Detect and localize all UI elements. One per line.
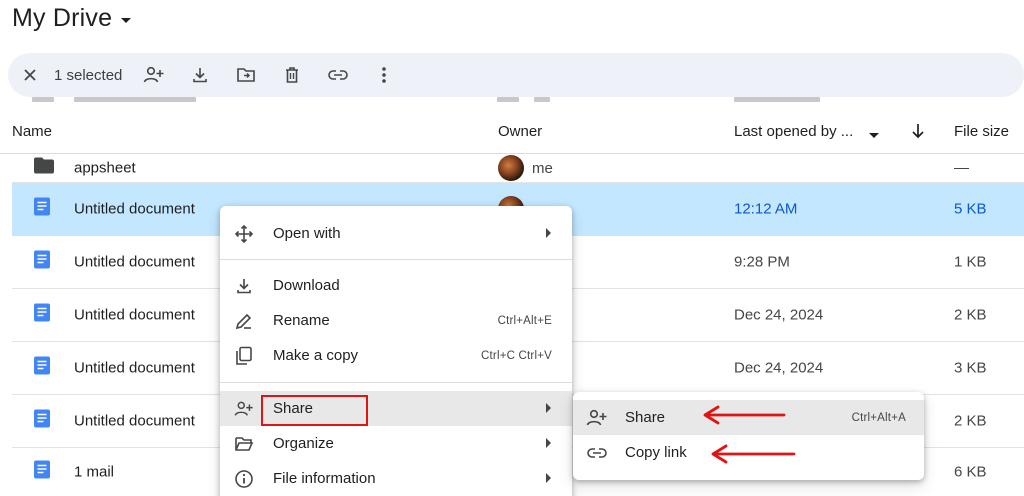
doc-icon <box>34 303 50 327</box>
menu-item-file-information[interactable]: File information <box>220 461 572 496</box>
menu-item-label: Make a copy <box>273 347 359 364</box>
last-opened: 9:28 PM <box>734 253 790 271</box>
chevron-right-icon <box>545 435 552 452</box>
last-opened: Dec 24, 2024 <box>734 359 824 377</box>
page-title-text: My Drive <box>12 4 113 32</box>
annotation-arrow-icon <box>703 405 786 425</box>
file-name: Untitled document <box>74 359 195 377</box>
download-icon[interactable] <box>182 57 218 93</box>
shortcut-hint: Ctrl+Alt+A <box>851 411 906 424</box>
folder-icon <box>34 157 54 179</box>
close-icon[interactable] <box>12 57 48 93</box>
menu-item-make-copy[interactable]: Make a copy Ctrl+C Ctrl+V <box>220 338 572 373</box>
doc-icon <box>34 356 50 380</box>
avatar <box>498 155 524 181</box>
file-size: 2 KB <box>954 412 987 430</box>
column-owner[interactable]: Owner <box>498 123 542 140</box>
chevron-right-icon <box>545 470 552 487</box>
page-title[interactable]: My Drive <box>12 4 132 33</box>
last-opened: 12:12 AM <box>734 200 798 218</box>
link-icon <box>586 443 608 463</box>
table-header: Name Owner Last opened by ... File size <box>0 108 1024 154</box>
menu-item-rename[interactable]: Rename Ctrl+Alt+E <box>220 303 572 338</box>
move-arrows-icon <box>234 224 254 244</box>
shortcut-hint: Ctrl+Alt+E <box>497 314 552 327</box>
file-size: 3 KB <box>954 359 987 377</box>
add-person-icon <box>586 408 608 428</box>
chevron-right-icon <box>545 225 552 242</box>
doc-icon <box>34 460 50 484</box>
table-row[interactable]: appsheet me — <box>12 154 1024 183</box>
file-name: Untitled document <box>74 200 195 218</box>
doc-icon <box>34 250 50 274</box>
shortcut-hint: Ctrl+C Ctrl+V <box>481 349 552 362</box>
file-size: 6 KB <box>954 463 987 481</box>
file-size: — <box>954 159 969 177</box>
sort-direction-icon[interactable] <box>911 122 925 144</box>
file-size: 1 KB <box>954 253 987 271</box>
menu-item-organize[interactable]: Organize <box>220 426 572 461</box>
annotation-highlight-box <box>261 395 368 426</box>
doc-icon <box>34 409 50 433</box>
add-person-icon[interactable] <box>136 57 172 93</box>
menu-item-label: Rename <box>273 312 330 329</box>
link-icon[interactable] <box>320 57 356 93</box>
chevron-right-icon <box>545 400 552 417</box>
info-icon <box>234 469 254 489</box>
file-name: Untitled document <box>74 253 195 271</box>
last-opened: Dec 24, 2024 <box>734 306 824 324</box>
menu-item-open-with[interactable]: Open with <box>220 216 572 251</box>
file-name: Untitled document <box>74 412 195 430</box>
sort-dropdown-icon[interactable] <box>868 127 880 144</box>
trash-icon[interactable] <box>274 57 310 93</box>
move-to-folder-icon[interactable] <box>228 57 264 93</box>
menu-item-label: Download <box>273 277 340 294</box>
context-menu: Open with Download Rename Ctrl+Alt+E Mak… <box>220 206 572 496</box>
column-last-opened[interactable]: Last opened by ... <box>734 123 853 140</box>
folder-open-icon <box>234 434 254 454</box>
menu-item-label: Organize <box>273 435 334 452</box>
menu-divider <box>220 382 572 383</box>
file-name: Untitled document <box>74 306 195 324</box>
file-size: 5 KB <box>954 200 987 218</box>
file-size: 2 KB <box>954 306 987 324</box>
file-name: appsheet <box>74 159 136 177</box>
copy-icon <box>234 346 254 366</box>
menu-item-download[interactable]: Download <box>220 268 572 303</box>
scrolled-row-remnant <box>0 97 1024 105</box>
doc-icon <box>34 197 50 221</box>
menu-item-label: File information <box>273 470 376 487</box>
more-vert-icon[interactable] <box>366 57 402 93</box>
selected-count: 1 selected <box>54 66 123 84</box>
owner-name: me <box>532 159 553 177</box>
column-name[interactable]: Name <box>12 123 52 140</box>
menu-item-share[interactable]: Share <box>220 391 572 426</box>
caret-down-icon <box>120 12 132 30</box>
annotation-arrow-icon <box>711 444 796 464</box>
file-name: 1 mail <box>74 463 115 481</box>
menu-divider <box>220 259 572 260</box>
selection-toolbar: 1 selected <box>8 53 1024 97</box>
menu-item-label: Open with <box>273 225 341 242</box>
column-file-size[interactable]: File size <box>954 123 1009 140</box>
owner: me <box>498 155 553 181</box>
download-icon <box>234 276 254 296</box>
pencil-icon <box>234 311 254 331</box>
add-person-icon <box>234 399 254 419</box>
